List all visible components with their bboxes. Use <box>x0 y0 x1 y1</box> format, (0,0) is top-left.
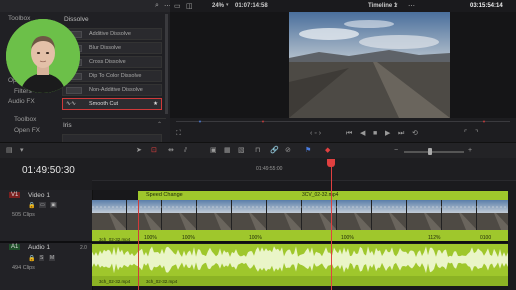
playhead-line[interactable] <box>331 160 332 290</box>
in-point-icon[interactable]: ⌜ <box>464 130 467 138</box>
auto-select-icon[interactable]: ▭ <box>39 202 46 208</box>
webcam-avatar <box>6 19 80 93</box>
effects-category-title: Dissolve <box>64 16 89 23</box>
selection-tool-icon[interactable]: ➤ <box>136 147 142 155</box>
transition-thumbnail-icon <box>66 87 82 94</box>
solo-button[interactable]: S <box>39 255 45 261</box>
timeline-scrollbar[interactable] <box>508 190 516 290</box>
iris-divider <box>62 118 166 119</box>
timeline-dropdown-icon[interactable]: ▾ <box>395 2 398 8</box>
zoom-in-icon[interactable]: + <box>468 147 472 155</box>
transition-additive-dissolve[interactable]: Additive Dissolve <box>62 28 162 40</box>
stop-icon[interactable]: ■ <box>373 130 377 138</box>
play-reverse-icon[interactable]: ◀ <box>360 130 365 138</box>
linked-selection-icon[interactable]: 🔗 <box>270 147 279 155</box>
marker-icon[interactable]: ◆ <box>325 147 330 155</box>
track-visibility-icon[interactable]: ▣ <box>50 202 57 208</box>
position-lock-icon[interactable]: ⊘ <box>285 147 291 155</box>
record-timecode: 03:15:54:14 <box>470 3 503 9</box>
video-track-name: Video 1 <box>28 192 50 199</box>
sidebar-item-open-fx-2[interactable]: Open FX <box>14 127 40 134</box>
transition-smooth-cut[interactable]: ∿∿ Smooth Cut ★ <box>62 98 162 110</box>
zoom-level[interactable]: 24% <box>212 3 224 9</box>
skip-to-end-icon[interactable]: ⏭ <box>398 130 404 138</box>
flag-icon[interactable]: ⚑ <box>305 147 311 155</box>
transition-dip-to-color-dissolve[interactable]: Dip To Color Dissolve <box>62 70 162 82</box>
scrub-marker: ▼ <box>482 119 486 124</box>
trim-tool-icon[interactable]: ⊡ <box>151 147 157 155</box>
speed-marker[interactable]: 100% <box>341 235 354 241</box>
audio-track-id[interactable]: A1 <box>9 244 21 250</box>
audio-clip-name: 3ch_02-32.mp4 <box>99 279 131 284</box>
dynamic-trim-icon[interactable]: ⇹ <box>168 147 174 155</box>
effects-header <box>0 0 170 12</box>
timeline-name[interactable]: Timeline 1 <box>368 3 397 9</box>
more-options-icon[interactable]: ⋯ <box>408 2 415 10</box>
snapping-icon[interactable]: ⊓ <box>255 147 260 155</box>
clip-name-left: 3ch_02-32.mp4 <box>99 237 131 242</box>
viewer-layout-icon[interactable]: ▭ <box>174 2 181 10</box>
transport-controls: ▼ ▼ ▼ ⛶ ‹ ◦ › ⏮ ◀ ■ ▶ ⏭ ⟲ ⌜ ⌝ <box>170 118 516 142</box>
selected-clip-outline <box>138 200 332 290</box>
category-iris[interactable]: Iris <box>63 122 72 129</box>
viewer-scrubber[interactable] <box>176 121 510 122</box>
jog-icon[interactable]: ‹ ◦ › <box>310 130 321 138</box>
video-preview <box>289 12 450 118</box>
loop-icon[interactable]: ⟲ <box>412 130 418 138</box>
play-icon[interactable]: ▶ <box>385 130 390 138</box>
timeline-header: 01:49:50:30 01:49:55:00 <box>0 158 516 191</box>
zoom-out-icon[interactable]: − <box>394 147 398 155</box>
search-icon[interactable]: ⌕ <box>155 2 159 10</box>
sidebar-item-toolbox[interactable]: Toolbox <box>8 15 30 22</box>
speed-change-bar[interactable]: Speed Change 3CV_02-32.mp4 <box>138 191 508 200</box>
lock-icon[interactable]: 🔒 <box>28 202 35 209</box>
audio-track-name: Audio 1 <box>28 244 51 251</box>
fullscreen-icon[interactable]: ⛶ <box>176 130 181 138</box>
transition-iris-item[interactable] <box>62 134 162 142</box>
out-point-icon[interactable]: ⌝ <box>475 130 478 138</box>
video-track-id[interactable]: V1 <box>9 192 21 198</box>
zoom-dropdown-icon[interactable]: ▾ <box>226 2 229 8</box>
audio-clip-count: 494 Clips <box>12 265 35 271</box>
zoom-slider-handle[interactable] <box>428 148 432 155</box>
source-timecode: 01:07:14:58 <box>235 3 268 9</box>
transition-non-additive-dissolve[interactable]: Non-Additive Dissolve <box>62 84 162 96</box>
presenter-portrait <box>6 19 80 93</box>
insert-clip-icon[interactable]: ▣ <box>210 147 217 155</box>
sidebar-item-toolbox-2[interactable]: Toolbox <box>14 116 36 123</box>
sidebar-item-audio-fx[interactable]: Audio FX <box>8 98 35 105</box>
mute-button[interactable]: M <box>49 255 56 261</box>
collapse-chevron-icon[interactable]: ⌃ <box>157 121 162 128</box>
viewer-top-bar: ▭ ◫ 24% ▾ 01:07:14:58 Timeline 1 ▾ ⋯ 03:… <box>170 0 516 12</box>
current-timecode: 01:49:50:30 <box>22 165 75 176</box>
transition-thumbnail-icon: ∿∿ <box>66 101 77 107</box>
viewer-split-icon[interactable]: ◫ <box>186 2 193 10</box>
audio-channels: 2.0 <box>80 245 87 251</box>
speed-change-label: Speed Change <box>146 192 183 198</box>
scrub-marker: ▼ <box>198 119 202 124</box>
video-clip-count: 505 Clips <box>12 212 35 218</box>
zoom-slider[interactable] <box>404 151 464 153</box>
track-headers: V1 Video 1 🔒 ▭ ▣ 505 Clips A1 Audio 1 2.… <box>0 190 93 290</box>
lock-icon[interactable]: 🔒 <box>28 255 35 262</box>
speed-marker[interactable]: 0100 <box>480 235 491 241</box>
timeline-options-icon[interactable]: ▾ <box>20 147 24 155</box>
scrub-marker: ▼ <box>261 119 265 124</box>
timeline-view-icon[interactable]: ▤ <box>6 147 13 155</box>
favorite-star-icon[interactable]: ★ <box>153 99 158 110</box>
blade-tool-icon[interactable]: ⫽ <box>184 147 187 155</box>
overwrite-clip-icon[interactable]: ▦ <box>224 147 231 155</box>
ruler-timecode: 01:49:55:00 <box>256 166 283 172</box>
video-frame-landscape <box>289 12 450 118</box>
replace-clip-icon[interactable]: ▧ <box>238 147 245 155</box>
video-clip-name: 3CV_02-32.mp4 <box>302 192 339 198</box>
speed-marker[interactable]: 112% <box>428 235 440 241</box>
skip-to-start-icon[interactable]: ⏮ <box>346 130 352 138</box>
panel-scrollbar[interactable] <box>165 14 168 114</box>
